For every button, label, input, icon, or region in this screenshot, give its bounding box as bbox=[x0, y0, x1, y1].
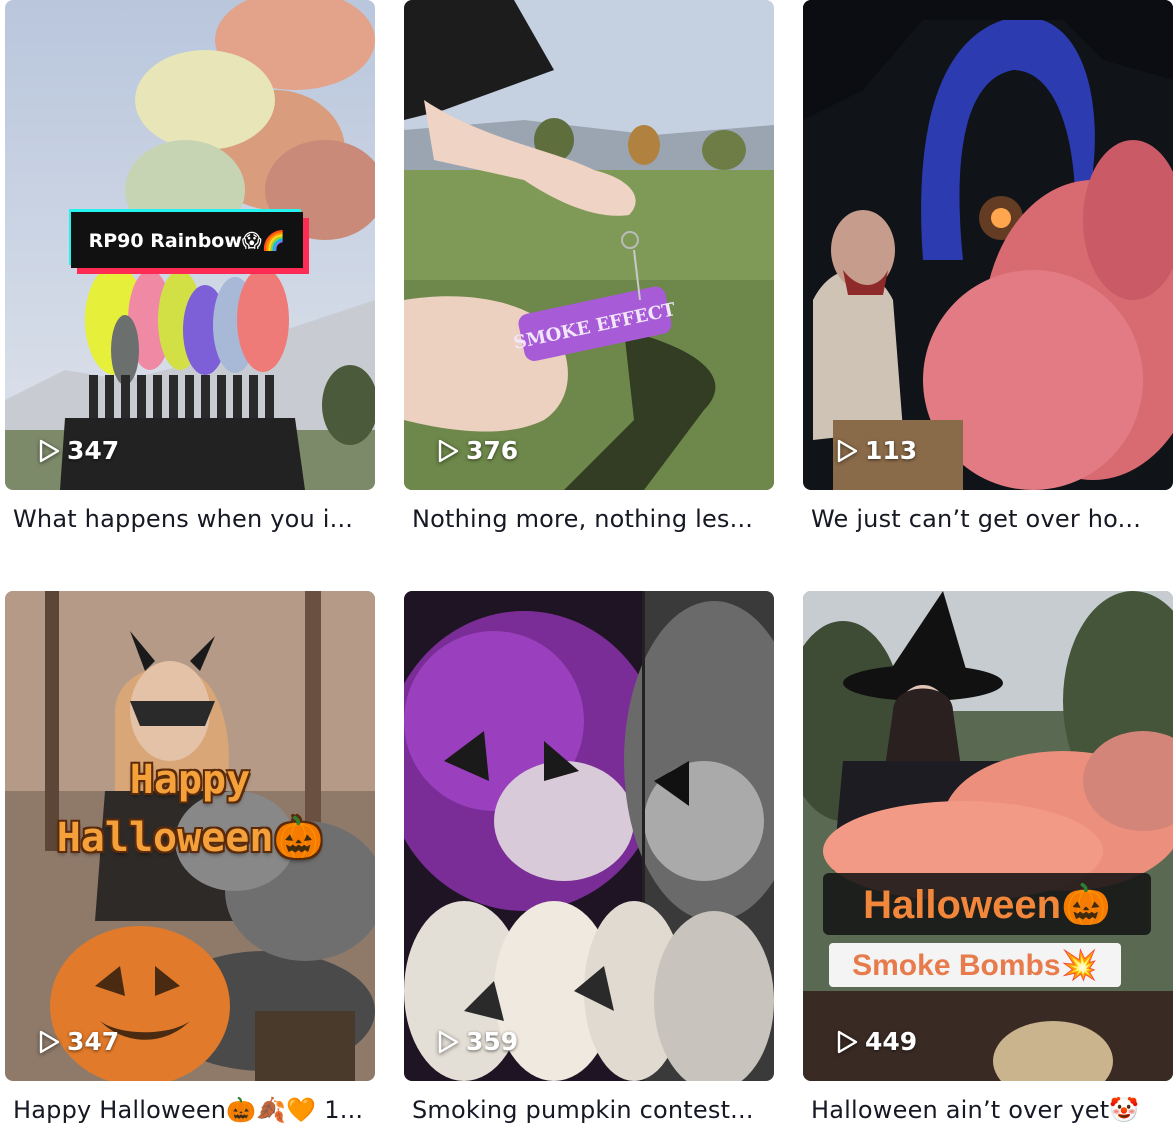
play-count-value: 347 bbox=[67, 1027, 120, 1056]
video-card[interactable]: SMOKE EFFECT 376 Nothing more, nothing l… bbox=[404, 0, 774, 534]
video-card[interactable]: Happy Halloween🎃 347 Happy Halloween🎃🍂🧡 … bbox=[5, 591, 375, 1125]
video-caption[interactable]: Smoking pumpkin contest... bbox=[404, 1095, 774, 1125]
overlay-text-line2: Halloween🎃 bbox=[56, 815, 324, 861]
overlay-text: RP90 Rainbow😱🌈 bbox=[71, 212, 303, 268]
video-thumbnail[interactable]: Halloween🎃 Smoke Bombs💥 449 bbox=[803, 591, 1173, 1081]
thumbnail-image bbox=[803, 0, 1173, 490]
play-count-value: 113 bbox=[865, 436, 918, 465]
play-outline-icon bbox=[39, 1030, 60, 1053]
video-card[interactable]: RP90 Rainbow😱🌈 347 What happens when you… bbox=[5, 0, 375, 534]
video-caption[interactable]: What happens when you i... bbox=[5, 504, 375, 534]
video-caption[interactable]: We just can’t get over ho... bbox=[803, 504, 1173, 534]
video-thumbnail[interactable]: SMOKE EFFECT 376 bbox=[404, 0, 774, 490]
video-thumbnail[interactable]: RP90 Rainbow😱🌈 347 bbox=[5, 0, 375, 490]
thumbnail-image bbox=[404, 591, 774, 1081]
video-grid: RP90 Rainbow😱🌈 347 What happens when you… bbox=[5, 0, 1173, 1125]
video-thumbnail[interactable]: 359 bbox=[404, 591, 774, 1081]
play-outline-icon bbox=[438, 439, 459, 462]
video-card[interactable]: 359 Smoking pumpkin contest... bbox=[404, 591, 774, 1125]
video-thumbnail[interactable]: Happy Halloween🎃 347 bbox=[5, 591, 375, 1081]
video-card[interactable]: 113 We just can’t get over ho... bbox=[803, 0, 1173, 534]
video-card[interactable]: Halloween🎃 Smoke Bombs💥 449 Halloween ai… bbox=[803, 591, 1173, 1125]
overlay-text-line2: Smoke Bombs💥 bbox=[829, 943, 1121, 987]
play-count: 359 bbox=[436, 1027, 518, 1056]
video-thumbnail[interactable]: 113 bbox=[803, 0, 1173, 490]
overlay-text-line1: Happy bbox=[129, 757, 251, 803]
thumbnail-image: SMOKE EFFECT bbox=[404, 0, 774, 490]
play-count-value: 359 bbox=[466, 1027, 519, 1056]
play-count-value: 376 bbox=[466, 436, 519, 465]
thumbnail-image bbox=[803, 591, 1173, 1081]
play-count: 347 bbox=[37, 1027, 119, 1056]
play-outline-icon bbox=[837, 439, 858, 462]
play-outline-icon bbox=[837, 1030, 858, 1053]
video-caption[interactable]: Halloween ain’t over yet🤡 bbox=[803, 1095, 1173, 1125]
play-count: 376 bbox=[436, 436, 518, 465]
play-count: 449 bbox=[835, 1027, 917, 1056]
video-caption[interactable]: Happy Halloween🎃🍂🧡 1... bbox=[5, 1095, 375, 1125]
play-count-value: 347 bbox=[67, 436, 120, 465]
play-count-value: 449 bbox=[865, 1027, 918, 1056]
overlay-tag: RP90 Rainbow😱🌈 bbox=[69, 209, 309, 274]
play-outline-icon bbox=[39, 439, 60, 462]
video-caption[interactable]: Nothing more, nothing les... bbox=[404, 504, 774, 534]
play-count: 347 bbox=[37, 436, 119, 465]
play-outline-icon bbox=[438, 1030, 459, 1053]
overlay-text-line1: Halloween🎃 bbox=[823, 873, 1151, 935]
play-count: 113 bbox=[835, 436, 917, 465]
